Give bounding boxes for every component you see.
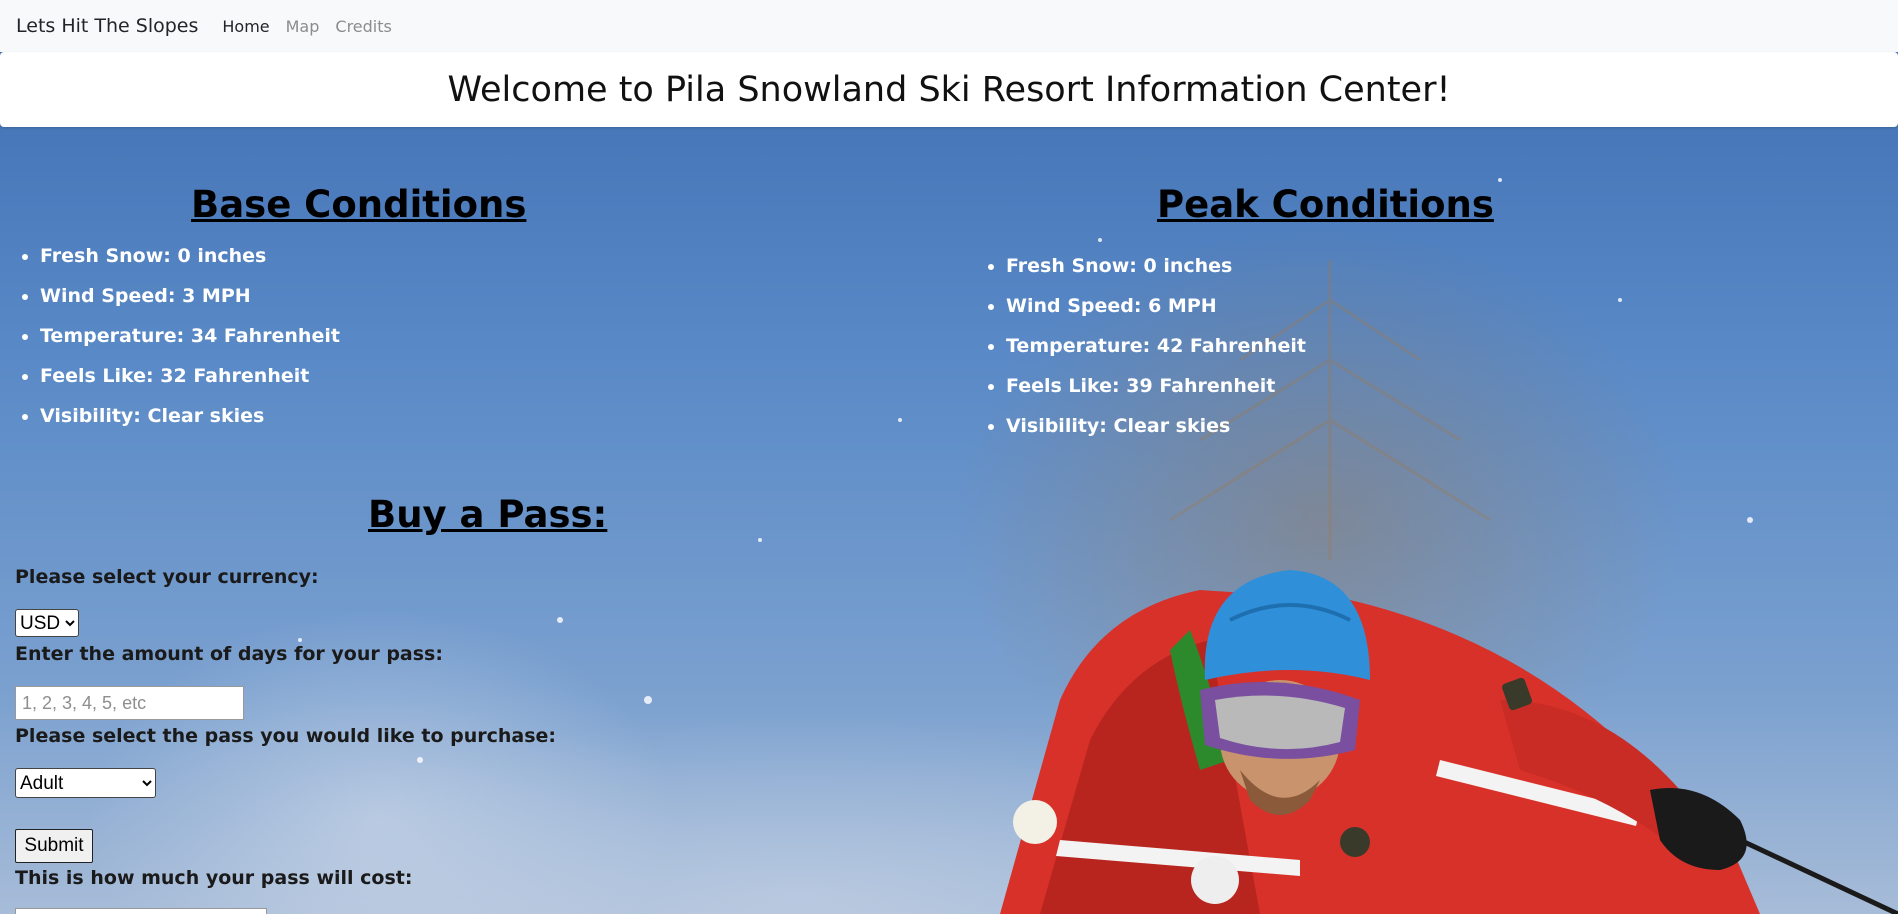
currency-label: Please select your currency: <box>15 566 319 588</box>
peak-conditions-heading: Peak Conditions <box>1157 183 1494 226</box>
peak-visibility: Visibility: Clear skies <box>1006 406 1306 446</box>
top-navbar: Lets Hit The Slopes Home Map Credits <box>0 0 1898 52</box>
pass-type-select[interactable]: Adult <box>15 768 156 798</box>
submit-button[interactable]: Submit <box>15 829 93 863</box>
nav-link-home[interactable]: Home <box>222 17 269 36</box>
pass-type-label: Please select the pass you would like to… <box>15 725 557 747</box>
peak-conditions-list: Fresh Snow: 0 inches Wind Speed: 6 MPH T… <box>966 246 1306 446</box>
cost-label: This is how much your pass will cost: <box>15 867 413 889</box>
peak-fresh-snow: Fresh Snow: 0 inches <box>1006 246 1306 286</box>
base-feels-like: Feels Like: 32 Fahrenheit <box>40 356 340 396</box>
base-temperature: Temperature: 34 Fahrenheit <box>40 316 340 356</box>
days-label: Enter the amount of days for your pass: <box>15 643 443 665</box>
page-title: Welcome to Pila Snowland Ski Resort Info… <box>447 69 1451 110</box>
cost-output-field <box>15 908 267 914</box>
peak-wind-speed: Wind Speed: 6 MPH <box>1006 286 1306 326</box>
peak-feels-like: Feels Like: 39 Fahrenheit <box>1006 366 1306 406</box>
base-visibility: Visibility: Clear skies <box>40 396 340 436</box>
navbar-brand[interactable]: Lets Hit The Slopes <box>16 15 198 37</box>
days-input[interactable] <box>15 686 244 720</box>
title-banner: Welcome to Pila Snowland Ski Resort Info… <box>0 52 1898 127</box>
base-fresh-snow: Fresh Snow: 0 inches <box>40 236 340 276</box>
skier-illustration <box>298 178 1898 914</box>
buy-pass-heading: Buy a Pass: <box>368 493 608 536</box>
nav-link-map[interactable]: Map <box>286 17 320 36</box>
currency-select[interactable]: USD <box>15 609 79 637</box>
base-conditions-list: Fresh Snow: 0 inches Wind Speed: 3 MPH T… <box>0 236 340 436</box>
base-conditions-heading: Base Conditions <box>191 183 527 226</box>
background-photo <box>0 0 1898 914</box>
nav-link-credits[interactable]: Credits <box>335 17 391 36</box>
peak-temperature: Temperature: 42 Fahrenheit <box>1006 326 1306 366</box>
nav-links: Home Map Credits <box>222 17 391 36</box>
base-wind-speed: Wind Speed: 3 MPH <box>40 276 340 316</box>
